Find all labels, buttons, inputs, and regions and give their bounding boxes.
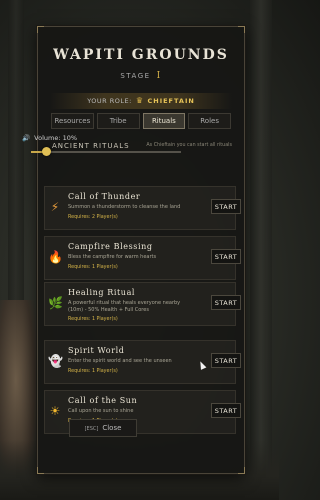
- close-label: Close: [102, 424, 122, 432]
- lightning-icon: ⚡: [50, 200, 60, 214]
- ritual-name: Call of Thunder: [68, 192, 141, 201]
- ritual-description: A powerful ritual that heals everyone ne…: [68, 300, 181, 313]
- tab-resources[interactable]: Resources: [51, 113, 94, 129]
- role-label: YOUR ROLE:: [87, 97, 132, 105]
- stage-indicator: STAGE I: [38, 71, 244, 81]
- ritual-name: Healing Ritual: [68, 288, 136, 297]
- ritual-requirement: Requires: 2 Player(s): [68, 215, 118, 220]
- ritual-description: Enter the spirit world and see the unsee…: [68, 358, 172, 364]
- start-button[interactable]: START: [211, 353, 241, 368]
- ritual-description: Bless the campfire for warm hearts: [68, 254, 157, 260]
- tree-trunk: [250, 0, 272, 500]
- stage-label: STAGE: [120, 72, 151, 80]
- ritual-name: Campfire Blessing: [68, 242, 153, 251]
- tree-trunk: [8, 0, 24, 340]
- start-button[interactable]: START: [211, 403, 241, 418]
- ghost-icon: 👻: [48, 354, 63, 368]
- role-bar: YOUR ROLE: ♛ CHIEFTAIN: [50, 93, 232, 109]
- start-button[interactable]: START: [211, 295, 241, 310]
- crown-icon: ♛: [135, 96, 144, 105]
- ritual-card: 🔥 Campfire Blessing Bless the campfire for…: [44, 236, 241, 280]
- volume-value: 10%: [62, 134, 78, 142]
- ritual-card: 👻 Spirit World Enter the spirit world and …: [44, 340, 241, 384]
- start-button[interactable]: START: [211, 249, 241, 264]
- ritual-requirement: Requires: 1 Player(s): [68, 369, 118, 374]
- esc-key-hint: [ESC]: [84, 426, 99, 432]
- ritual-card: 🌿 Healing Ritual A powerful ritual that he…: [44, 282, 241, 326]
- volume-label: Volume:: [34, 134, 61, 142]
- start-button[interactable]: START: [211, 199, 241, 214]
- tab-rituals[interactable]: Rituals: [142, 113, 186, 129]
- panel-title: WAPITI GROUNDS: [53, 47, 229, 63]
- role-value: CHIEFTAIN: [147, 97, 195, 105]
- slider-thumb[interactable]: [42, 147, 51, 156]
- volume-row: 🔊 Volume: 10%: [22, 134, 77, 142]
- ritual-requirement: Requires: 1 Player(s): [68, 265, 118, 270]
- corner-ornament: [37, 467, 44, 474]
- tab-tribe[interactable]: Tribe: [96, 113, 140, 129]
- ritual-description: Call upon the sun to shine: [68, 408, 134, 414]
- close-button[interactable]: [ESC] Close: [69, 419, 137, 437]
- speaker-icon: 🔊: [22, 134, 31, 142]
- ritual-requirement: Requires: 1 Player(s): [68, 317, 118, 322]
- corner-ornament: [238, 467, 245, 474]
- ritual-description: Summon a thunderstorm to cleanse the lan…: [68, 204, 181, 210]
- sun-icon: ☀: [49, 404, 61, 418]
- flame-icon: 🔥: [48, 250, 63, 264]
- ritual-name: Call of the Sun: [68, 396, 138, 405]
- corner-ornament: [238, 26, 245, 33]
- volume-slider[interactable]: [31, 146, 181, 158]
- corner-ornament: [37, 26, 44, 33]
- stage-value: I: [156, 71, 162, 81]
- herb-icon: 🌿: [48, 296, 63, 310]
- ritual-name: Spirit World: [68, 346, 125, 355]
- tab-bar: Resources Tribe Rituals Roles: [51, 113, 231, 129]
- ritual-card: ⚡ Call of Thunder Summon a thunderstorm to…: [44, 186, 241, 230]
- slider-track[interactable]: [31, 151, 181, 153]
- tab-roles[interactable]: Roles: [188, 113, 231, 129]
